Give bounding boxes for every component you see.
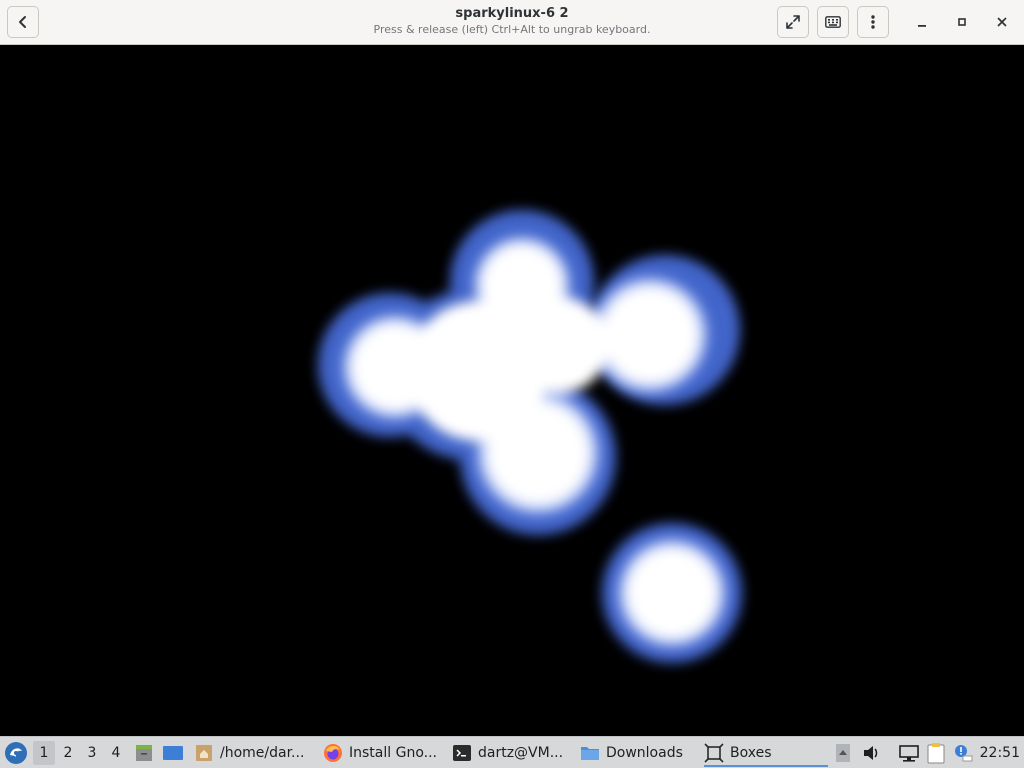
boxes-icon (704, 743, 724, 763)
up-arrow-icon (836, 743, 850, 762)
task-firefox[interactable]: Install Gno... (323, 739, 443, 767)
workspace-4[interactable]: 4 (105, 741, 127, 765)
back-button[interactable] (7, 6, 39, 38)
task-label: dartz@VM... (478, 745, 564, 761)
vm-display[interactable] (0, 45, 1024, 736)
network-icon (899, 744, 919, 762)
desktop-icon (163, 745, 183, 760)
volume-icon (864, 745, 878, 760)
tray-scroll-button[interactable] (835, 737, 851, 768)
maximize-button[interactable] (950, 10, 974, 34)
file-manager-launcher[interactable] (134, 737, 154, 768)
header-bar: sparkylinux-6 2 Press & release (left) C… (0, 0, 1024, 45)
firefox-icon (324, 744, 342, 762)
start-menu-button[interactable] (4, 737, 28, 768)
chevron-left-icon (19, 16, 26, 28)
maximize-icon (958, 18, 966, 26)
network-button[interactable] (898, 737, 920, 768)
task-terminal[interactable]: dartz@VM... (452, 739, 570, 767)
task-label: /home/dar... (220, 745, 305, 761)
task-boxes[interactable]: Boxes (704, 739, 828, 767)
sparky-logo-icon (5, 741, 27, 764)
file-cabinet-icon (136, 744, 152, 761)
taskbar: 1 2 3 4 /home/dar... Install Gno... dart… (0, 736, 1024, 768)
menu-button[interactable] (857, 6, 889, 38)
folder-home-icon (196, 745, 212, 761)
window-subtitle: Press & release (left) Ctrl+Alt to ungra… (373, 23, 651, 36)
task-home-folder[interactable]: /home/dar... (194, 739, 312, 767)
keyboard-button[interactable] (817, 6, 849, 38)
clipboard-icon (927, 742, 945, 763)
workspace-3[interactable]: 3 (81, 741, 103, 765)
task-label: Install Gno... (349, 745, 437, 761)
update-info-icon (955, 744, 973, 761)
fullscreen-icon (786, 15, 800, 29)
volume-button[interactable] (862, 737, 882, 768)
workspace-2[interactable]: 2 (57, 741, 79, 765)
task-label: Boxes (730, 745, 772, 761)
task-label: Downloads (606, 745, 683, 761)
minimize-button[interactable] (910, 10, 934, 34)
task-downloads[interactable]: Downloads (580, 739, 698, 767)
update-notifier-button[interactable] (953, 737, 973, 768)
folder-icon (581, 747, 599, 760)
workspace-1[interactable]: 1 (33, 741, 55, 765)
close-button[interactable] (990, 10, 1014, 34)
clock[interactable]: 22:51 (980, 737, 1020, 768)
minimize-icon (918, 25, 926, 27)
fullscreen-button[interactable] (777, 6, 809, 38)
window-title: sparkylinux-6 2 (455, 6, 569, 21)
terminal-icon (453, 745, 471, 761)
boot-splash-blobs (318, 210, 742, 663)
show-desktop-button[interactable] (162, 737, 184, 768)
clipboard-button[interactable] (926, 737, 946, 768)
vertical-ellipsis-icon (871, 15, 875, 29)
keyboard-icon (825, 16, 841, 28)
close-icon (997, 17, 1007, 27)
title-area: sparkylinux-6 2 Press & release (left) C… (300, 5, 724, 37)
glow-blobs (318, 210, 742, 663)
